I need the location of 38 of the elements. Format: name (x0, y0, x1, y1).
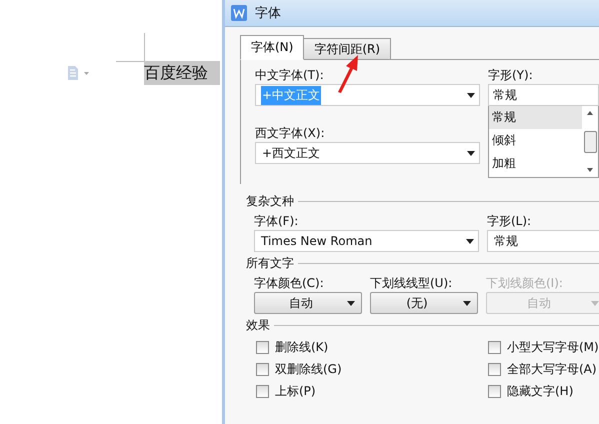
checkbox-label: 上标(P) (275, 382, 316, 400)
style-input-field[interactable]: 常规 (488, 84, 599, 106)
section-heading: 复杂文种 (246, 192, 294, 210)
field-label: 下划线线型(U): (370, 275, 454, 292)
checkbox[interactable] (488, 362, 501, 376)
field-label: 西文字体(X): (255, 125, 326, 142)
dropdown-button[interactable]: (无) (370, 292, 478, 314)
section-heading: 所有文字 (246, 254, 294, 272)
western-font-dropdown[interactable]: +西文正文 (255, 142, 480, 164)
style-dropdown[interactable]: 常规 (487, 230, 599, 252)
list-item[interactable]: 常规 (489, 106, 582, 129)
field-label: 字形(Y): (488, 67, 534, 84)
field-label: 下划线颜色(I): (486, 275, 564, 292)
checkbox-label: 小型大写字母(M) (507, 338, 599, 356)
document-icon[interactable] (67, 66, 89, 80)
checkbox-label: 隐藏文字(H) (507, 382, 574, 400)
field-label: 字形(L): (487, 213, 532, 230)
checkbox-label: 双删除线(G) (275, 360, 342, 378)
field-label: 中文字体(T): (255, 67, 325, 84)
checkbox[interactable] (488, 340, 501, 354)
list-item[interactable]: 加粗 (489, 152, 582, 175)
window-title: 字体 (255, 5, 281, 22)
checkbox[interactable] (256, 384, 269, 398)
app-logo-icon (231, 5, 247, 21)
dropdown-button[interactable]: 自动 (254, 292, 362, 314)
tab[interactable]: 字体(N) (240, 35, 304, 60)
tab[interactable]: 字符间距(R) (303, 38, 392, 60)
checkbox-label: 删除线(K) (275, 338, 328, 356)
field-label: 字体(F): (254, 213, 300, 230)
checkbox-label: 全部大写字母(A) (507, 360, 597, 378)
font-dropdown[interactable]: Times New Roman (254, 230, 479, 252)
checkbox[interactable] (488, 384, 501, 398)
field-label: 字体颜色(C): (254, 275, 325, 292)
section-heading: 效果 (246, 316, 270, 334)
list-item[interactable]: 倾斜 (489, 129, 582, 152)
checkbox[interactable] (256, 362, 269, 376)
document-text: 百度经验 (144, 61, 220, 85)
checkbox[interactable] (256, 340, 269, 354)
